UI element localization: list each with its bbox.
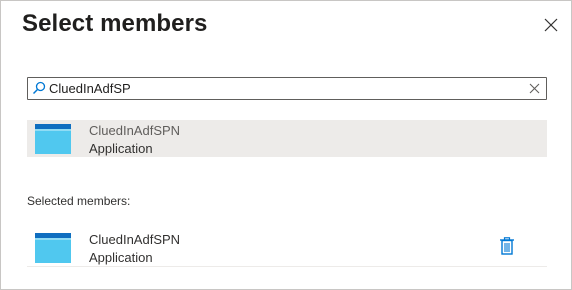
trash-icon — [500, 237, 514, 255]
search-box[interactable] — [27, 77, 547, 100]
selected-members-label: Selected members: — [27, 194, 131, 208]
application-icon — [35, 233, 71, 263]
close-button[interactable] — [539, 13, 563, 37]
remove-member-button[interactable] — [499, 237, 515, 255]
select-members-panel: Select members CluedInAdfSPN Application… — [0, 0, 572, 290]
application-icon — [35, 124, 71, 154]
selected-member-name: CluedInAdfSPN — [89, 232, 181, 247]
search-result-item[interactable]: CluedInAdfSPN Application — [27, 120, 547, 157]
result-name: CluedInAdfSPN — [89, 123, 181, 138]
selected-member-type: Application — [89, 250, 153, 265]
selected-member-item: CluedInAdfSPN Application — [27, 229, 547, 267]
close-icon — [544, 18, 558, 32]
result-type: Application — [89, 141, 153, 156]
panel-title: Select members — [22, 10, 208, 37]
search-input[interactable] — [49, 78, 519, 99]
search-icon — [32, 81, 46, 95]
clear-icon[interactable] — [529, 83, 540, 94]
